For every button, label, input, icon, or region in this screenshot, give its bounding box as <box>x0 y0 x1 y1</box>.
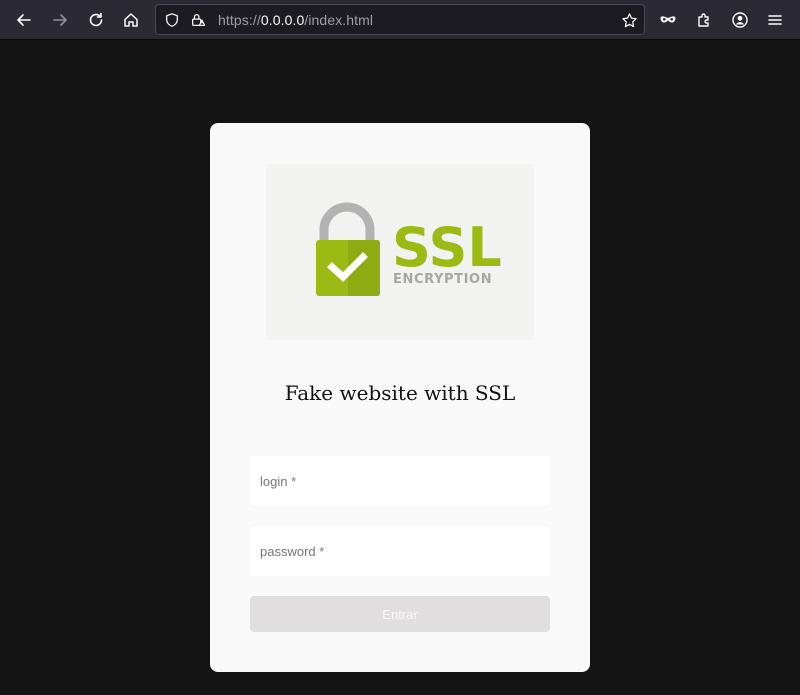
forward-button[interactable] <box>46 6 74 34</box>
ssl-encryption-logo: SSL ENCRYPTION <box>266 164 534 340</box>
reload-button[interactable] <box>82 6 110 34</box>
url-path: /index.html <box>304 12 374 28</box>
login-card: SSL ENCRYPTION Fake website with SSL log… <box>210 123 590 672</box>
puzzle-icon <box>698 13 709 27</box>
browser-toolbar: https://0.0.0.0/index.html <box>0 0 800 40</box>
login-input[interactable]: login * <box>250 456 550 506</box>
password-input[interactable]: password * <box>250 526 550 576</box>
page-title: Fake website with SSL <box>284 381 516 405</box>
home-button[interactable] <box>117 6 145 34</box>
arrow-left-icon <box>17 14 31 26</box>
reload-icon <box>89 12 103 27</box>
account-button[interactable] <box>726 6 754 34</box>
extensions-button[interactable] <box>690 6 718 34</box>
url-text[interactable]: https://0.0.0.0/index.html <box>218 12 373 28</box>
address-bar[interactable]: https://0.0.0.0/index.html <box>155 4 645 35</box>
logo-ssl-text: SSL <box>392 216 502 279</box>
login-placeholder: login * <box>260 474 297 489</box>
submit-button[interactable]: Entrar <box>250 596 550 632</box>
home-icon <box>124 13 138 27</box>
hamburger-menu-icon <box>768 15 782 25</box>
arrow-right-icon <box>53 14 67 26</box>
menu-button[interactable] <box>761 6 789 34</box>
mask-icon <box>660 16 676 23</box>
back-button[interactable] <box>10 6 38 34</box>
url-host: 0.0.0.0 <box>260 12 305 28</box>
bookmark-star-icon[interactable] <box>620 11 638 29</box>
url-scheme: https:// <box>218 12 261 28</box>
private-mask-button[interactable] <box>654 6 682 34</box>
account-icon <box>732 12 748 28</box>
logo-encryption-text: ENCRYPTION <box>393 272 492 287</box>
shield-icon[interactable] <box>163 11 181 29</box>
insecure-lock-icon[interactable] <box>189 11 207 29</box>
password-placeholder: password * <box>260 544 325 559</box>
